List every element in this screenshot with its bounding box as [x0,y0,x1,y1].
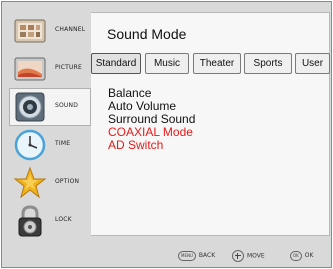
sidebar-item-picture[interactable]: PICTURE [9,50,91,88]
sound-panel: Sound Mode Standard Music Theater Sports… [91,12,330,236]
back-label: BACK [198,252,216,259]
sidebar-item-label: LOCK [55,216,72,223]
ok-key-icon: OK [290,250,302,261]
speaker-icon [15,92,45,122]
tab-user[interactable]: User [295,53,330,74]
sidebar-item-option[interactable]: OPTION [9,164,91,202]
ok-hint: OK OK [290,250,313,262]
sidebar: CHANNEL PICTURE SOUND TIME OPTION LOCK [9,12,91,237]
sidebar-item-lock[interactable]: LOCK [9,202,91,240]
sidebar-item-channel[interactable]: CHANNEL [9,12,91,50]
tab-theater[interactable]: Theater [193,53,241,74]
sidebar-item-label: SOUND [55,102,79,109]
footer-hints: MENU BACK MOVE OK OK [2,245,331,267]
move-label: MOVE [247,252,265,260]
tab-sports[interactable]: Sports [244,53,292,74]
menu-key-icon: MENU [178,250,196,261]
clock-icon [14,129,46,161]
sidebar-item-label: PICTURE [55,64,82,71]
tv-menu-window: CHANNEL PICTURE SOUND TIME OPTION LOCK S… [1,1,332,268]
sound-mode-tabs: Standard Music Theater Sports User [91,53,330,74]
dpad-icon [232,250,244,262]
sound-options-list: Balance Auto Volume Surround Sound COAXI… [108,87,195,152]
ok-label: OK [304,252,314,259]
sidebar-item-label: OPTION [55,178,80,185]
back-hint: MENU BACK [178,250,215,262]
tab-standard[interactable]: Standard [91,53,141,74]
padlock-icon [18,205,42,237]
channel-icon [14,19,46,43]
move-hint: MOVE [232,250,265,262]
sidebar-item-label: TIME [55,140,71,147]
sidebar-item-sound[interactable]: SOUND [9,88,91,126]
star-icon [13,166,47,199]
sidebar-item-label: CHANNEL [55,26,86,33]
sidebar-item-time[interactable]: TIME [9,126,91,164]
menu-item-ad-switch[interactable]: AD Switch [108,139,195,152]
page-title: Sound Mode [107,26,187,42]
tab-music[interactable]: Music [145,53,189,74]
picture-icon [14,57,46,81]
